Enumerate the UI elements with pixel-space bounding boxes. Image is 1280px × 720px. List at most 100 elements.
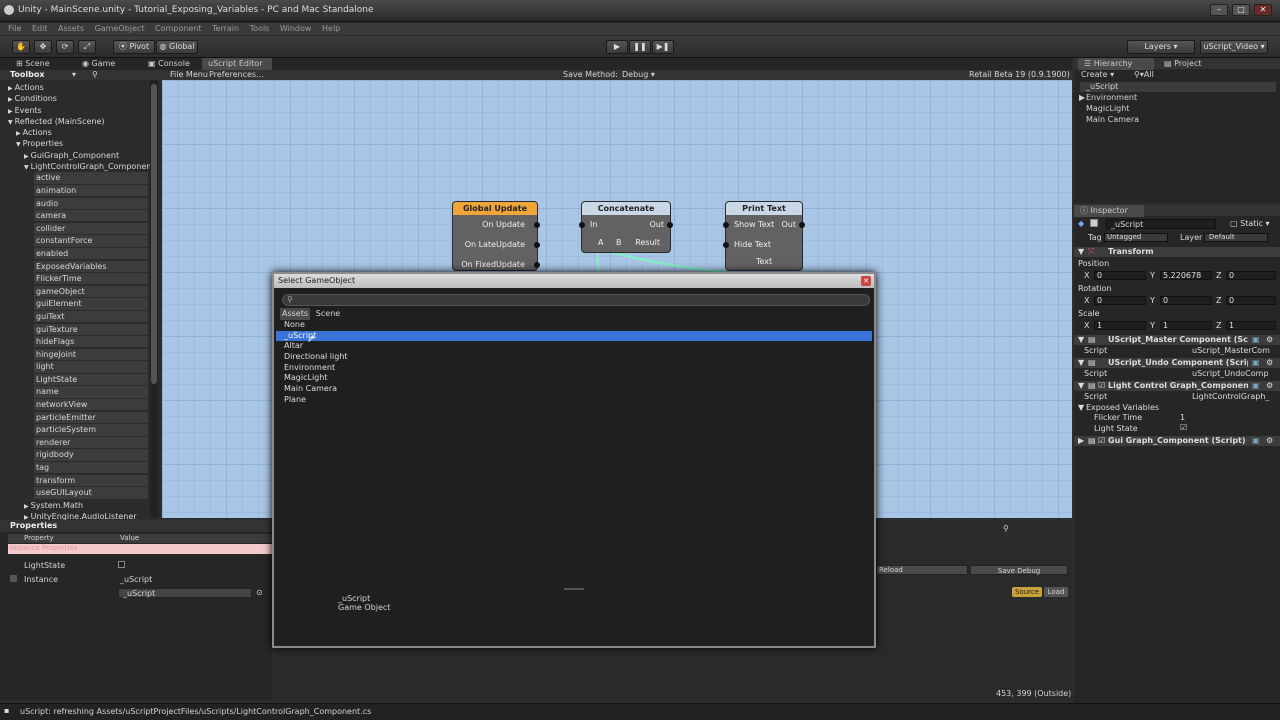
object-list-item[interactable]: Plane bbox=[276, 395, 872, 406]
object-list-item[interactable]: Directional light bbox=[276, 352, 872, 363]
menu-edit[interactable]: Edit bbox=[32, 24, 48, 33]
input-socket[interactable] bbox=[723, 242, 729, 248]
tab-inspector[interactable]: ⓘ Inspector bbox=[1074, 205, 1144, 217]
toolbox-property-item[interactable]: particleSystem bbox=[34, 424, 148, 436]
expand-arrow-icon[interactable]: ▶ bbox=[8, 85, 13, 92]
menu-terrain[interactable]: Terrain bbox=[212, 24, 239, 33]
rotation-z-field[interactable]: 0 bbox=[1226, 296, 1276, 305]
hierarchy-item-main-camera[interactable]: Main Camera bbox=[1086, 115, 1139, 124]
hand-tool-icon[interactable]: ✋ bbox=[12, 40, 30, 54]
rotation-x-field[interactable]: 0 bbox=[1094, 296, 1146, 305]
expand-arrow-icon[interactable]: ▼ bbox=[8, 119, 13, 126]
component-header[interactable]: ▼ ▤ ☑ Light Control Graph_Component ▣ ⚙ bbox=[1074, 381, 1280, 391]
maximize-button[interactable]: □ bbox=[1232, 4, 1250, 16]
rotation-y-field[interactable]: 0 bbox=[1160, 296, 1212, 305]
source-button[interactable]: Source bbox=[1012, 587, 1042, 597]
object-list-item[interactable]: Main Camera bbox=[276, 384, 872, 395]
object-name-field[interactable]: _uScript bbox=[1106, 219, 1216, 229]
instance-toggle[interactable] bbox=[10, 575, 17, 582]
help-icon[interactable]: ▣ bbox=[1252, 358, 1260, 367]
expand-arrow-icon[interactable]: ▼ bbox=[24, 164, 29, 171]
toolbox-property-item[interactable]: hingeJoint bbox=[34, 348, 148, 360]
preferences-button[interactable]: Preferences... bbox=[209, 70, 264, 79]
expand-arrow-icon[interactable]: ▼ bbox=[1078, 403, 1084, 412]
expand-arrow-icon[interactable]: ▶ bbox=[8, 96, 13, 103]
toolbox-scroll-thumb[interactable] bbox=[151, 84, 157, 384]
toolbox-property-item[interactable]: ExposedVariables bbox=[34, 260, 148, 272]
position-x-field[interactable]: 0 bbox=[1094, 271, 1146, 280]
pause-button[interactable]: ❚❚ bbox=[629, 40, 651, 54]
gear-icon[interactable]: ⚙ bbox=[1266, 358, 1273, 367]
input-socket[interactable] bbox=[723, 222, 729, 228]
toolbox-property-item[interactable]: collider bbox=[34, 222, 148, 235]
instance-object-field[interactable]: _uScript bbox=[118, 588, 252, 598]
object-picker-icon[interactable]: ⊙ bbox=[256, 588, 263, 597]
expand-arrow-icon[interactable]: ▶ bbox=[16, 130, 21, 137]
step-button[interactable]: ▶❚ bbox=[652, 40, 674, 54]
menu-file[interactable]: File bbox=[8, 24, 21, 33]
object-list-item[interactable]: Environment bbox=[276, 363, 872, 374]
toolbox-property-item[interactable]: audio bbox=[34, 197, 148, 209]
toolbox-folder[interactable]: ▶ Actions bbox=[8, 82, 150, 93]
toolbox-property-item[interactable]: camera bbox=[34, 210, 148, 222]
output-socket[interactable] bbox=[667, 222, 673, 228]
expand-arrow-icon[interactable]: ▼ bbox=[1078, 381, 1084, 390]
file-menu-button[interactable]: File Menu bbox=[170, 70, 208, 79]
close-icon[interactable]: ✕ bbox=[861, 276, 871, 286]
reference-search-icon[interactable]: ⚲ bbox=[1003, 524, 1009, 533]
toolbox-property-item[interactable]: renderer bbox=[34, 436, 148, 449]
toolbox-folder[interactable]: ▼ LightControlGraph_Component bbox=[8, 161, 155, 172]
rotate-tool-icon[interactable]: ⟳ bbox=[56, 40, 74, 54]
output-socket[interactable] bbox=[534, 222, 540, 228]
toolbox-property-item[interactable]: rigidbody bbox=[34, 449, 148, 461]
output-socket[interactable] bbox=[534, 262, 540, 268]
toolbox-folder[interactable]: ▶ Events bbox=[8, 105, 150, 116]
layers-dropdown[interactable]: Layers ▾ bbox=[1127, 40, 1195, 54]
light-state-checkbox[interactable]: ☑ bbox=[1180, 423, 1187, 432]
tab-console[interactable]: ▣ Console bbox=[142, 58, 190, 70]
save-debug-button[interactable]: Save Debug bbox=[970, 565, 1068, 575]
script-value[interactable]: uScript_MasterCom bbox=[1192, 346, 1278, 355]
output-socket[interactable] bbox=[799, 222, 805, 228]
menu-window[interactable]: Window bbox=[280, 24, 312, 33]
toolbox-folder[interactable]: ▼ Properties bbox=[8, 138, 150, 149]
toolbox-scrollbar[interactable] bbox=[150, 80, 158, 518]
menu-help[interactable]: Help bbox=[322, 24, 340, 33]
help-icon[interactable]: ▣ bbox=[1252, 381, 1260, 390]
move-tool-icon[interactable]: ✥ bbox=[34, 40, 52, 54]
reload-button[interactable]: Reload bbox=[876, 565, 968, 575]
toolbox-property-item[interactable]: gameObject bbox=[34, 285, 148, 298]
play-button[interactable]: ▶ bbox=[606, 40, 628, 54]
object-list-item[interactable]: MagicLight bbox=[276, 373, 872, 384]
help-icon[interactable]: ▣ bbox=[1252, 335, 1260, 344]
script-value[interactable]: LightControlGraph_ bbox=[1192, 392, 1278, 401]
toolbox-folder[interactable]: ▶ Conditions bbox=[8, 93, 150, 104]
hierarchy-search[interactable]: ⚲▾All bbox=[1134, 70, 1154, 79]
help-icon[interactable]: ▣ bbox=[1252, 436, 1260, 445]
close-window-button[interactable]: ✕ bbox=[1254, 4, 1272, 16]
menu-component[interactable]: Component bbox=[155, 24, 201, 33]
global-button[interactable]: ◍ Global bbox=[156, 40, 198, 54]
toolbox-property-item[interactable]: guiText bbox=[34, 310, 148, 323]
toolbox-property-item[interactable]: active bbox=[34, 172, 148, 184]
tab-scene-objects[interactable]: Scene bbox=[312, 308, 344, 320]
position-y-field[interactable]: 5.220678 bbox=[1160, 271, 1212, 280]
tab-game[interactable]: ◉ Game bbox=[76, 58, 115, 70]
create-dropdown[interactable]: Create ▾ bbox=[1081, 70, 1114, 79]
static-checkbox[interactable]: ▢ Static ▾ bbox=[1230, 219, 1270, 228]
node-concatenate[interactable]: Concatenate In Out A B Result bbox=[579, 201, 673, 253]
menu-gameobject[interactable]: GameObject bbox=[95, 24, 145, 33]
toolbox-property-item[interactable]: useGUILayout bbox=[34, 487, 148, 499]
hierarchy-item-magiclight[interactable]: MagicLight bbox=[1086, 104, 1129, 113]
component-enabled-checkbox[interactable]: ☑ bbox=[1098, 436, 1105, 445]
transform-header[interactable]: ▼ ⤧ Transform bbox=[1074, 247, 1280, 257]
expand-arrow-icon[interactable]: ▼ bbox=[1078, 335, 1084, 344]
component-header[interactable]: ▼ ▤ UScript_Master Component (Script) ▣ … bbox=[1074, 335, 1280, 345]
expand-arrow-icon[interactable]: ▼ bbox=[1078, 247, 1084, 256]
menu-assets[interactable]: Assets bbox=[58, 24, 84, 33]
active-checkbox[interactable] bbox=[1090, 219, 1098, 227]
layer-dropdown[interactable]: Default bbox=[1204, 233, 1268, 242]
expand-arrow-icon[interactable]: ▼ bbox=[16, 141, 21, 148]
toolbox-property-item[interactable]: tag bbox=[34, 462, 148, 474]
toolbox-property-item[interactable]: light bbox=[34, 361, 148, 373]
